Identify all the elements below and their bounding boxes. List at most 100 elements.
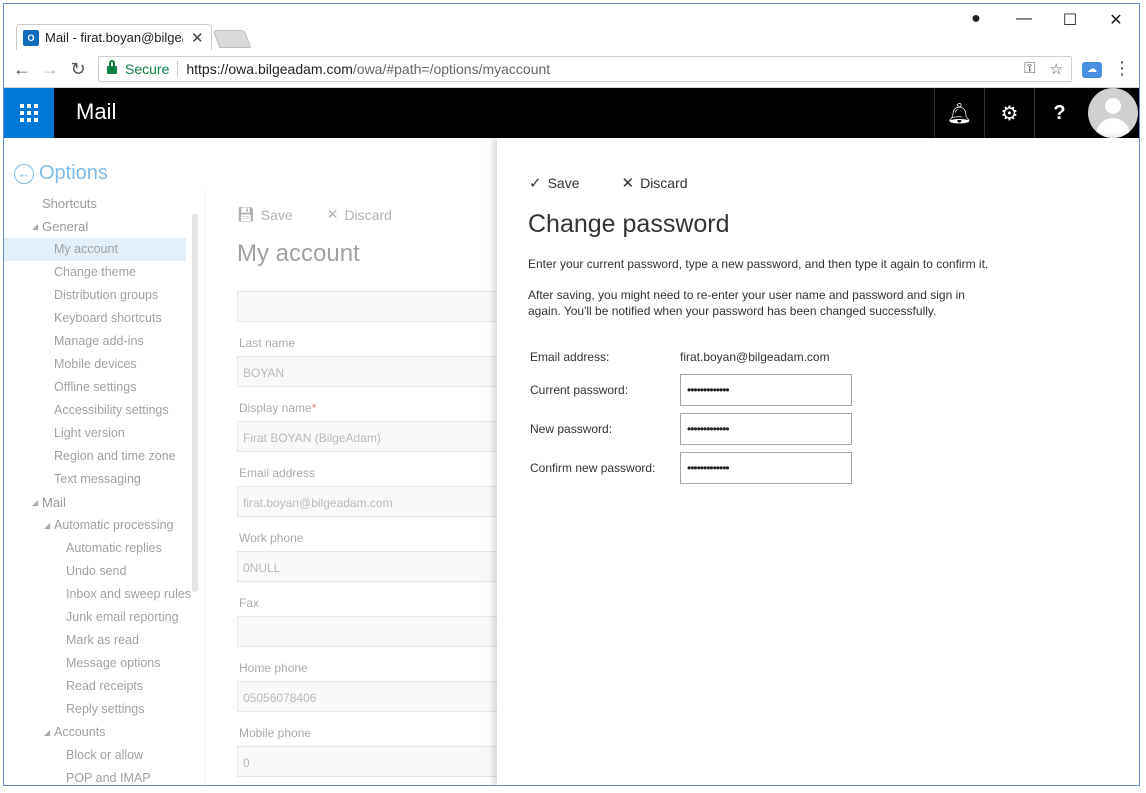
nav-item[interactable]: ◢ Accounts [4, 721, 186, 744]
nav-item-label: Distribution groups [54, 288, 159, 302]
field-label-text: Work phone [239, 531, 304, 545]
nav-item[interactable]: Distribution groups [4, 284, 186, 307]
nav-item[interactable]: Manage add-ins [4, 330, 186, 353]
url-host: https://owa.bilgeadam.com [186, 61, 353, 77]
notice-text: After saving, you might need to re-enter… [528, 288, 965, 318]
avatar[interactable] [1088, 88, 1138, 138]
nav-item[interactable]: Region and time zone [4, 445, 186, 468]
new-password-label: New password: [530, 422, 613, 436]
my-account-title: My account [237, 240, 360, 267]
expand-caret-icon[interactable]: ◢ [32, 491, 38, 514]
nav-item-label: Message options [66, 656, 161, 670]
options-back-button[interactable]: ← Options [14, 162, 108, 185]
nav-scrollbar[interactable] [192, 214, 198, 592]
nav-item[interactable]: Junk email reporting [4, 606, 186, 629]
nav-item[interactable]: Reply settings [4, 698, 186, 721]
tab-close-icon[interactable]: ✕ [191, 29, 204, 47]
nav-item-label: Manage add-ins [54, 334, 144, 348]
field-input[interactable]: BOYAN [237, 356, 502, 387]
nav-item-label: Region and time zone [54, 449, 176, 463]
nav-item[interactable]: Text messaging [4, 468, 186, 491]
field-label: Email address [239, 466, 315, 480]
field-label: Home phone [239, 661, 308, 675]
nav-item-label: Accounts [54, 725, 106, 739]
back-arrow-icon[interactable]: ← [12, 59, 32, 79]
nav-item[interactable]: Inbox and sweep rules [4, 583, 191, 606]
field-input[interactable]: firat.boyan@bilgeadam.com [237, 486, 502, 517]
current-password-input[interactable]: ••••••••••••• [680, 374, 852, 406]
nav-item-label: Read receipts [66, 679, 144, 693]
confirm-password-input[interactable]: ••••••••••••• [680, 452, 852, 484]
field-input[interactable]: 0NULL [237, 551, 502, 582]
nav-item[interactable]: ◢ General [4, 215, 186, 238]
notifications-bell-icon[interactable]: 🔔︎ [934, 88, 984, 138]
nav-item[interactable]: My account [4, 238, 186, 261]
browser-tab[interactable]: O Mail - firat.boyan@bilgeadam.com ✕ [16, 24, 212, 50]
checkmark-icon: ✓ [529, 175, 542, 192]
expand-caret-icon[interactable]: ◢ [32, 215, 38, 238]
cloud-extension-icon[interactable]: ☁ [1082, 62, 1102, 78]
current-password-label: Current password: [530, 383, 629, 397]
field-label: Fax [239, 596, 259, 610]
address-bar[interactable]: Secure https://owa.bilgeadam.com /owa/#p… [98, 56, 1072, 82]
expand-caret-icon[interactable]: ◢ [44, 721, 50, 744]
nav-item-label: Change theme [54, 265, 137, 279]
nav-item[interactable]: POP and IMAP [4, 767, 186, 785]
save-button[interactable]: ✓ Save [529, 174, 580, 192]
field-input[interactable]: Firat BOYAN (BilgeAdam) [237, 421, 502, 452]
required-marker: * [311, 401, 317, 415]
app-launcher-icon[interactable] [4, 88, 54, 138]
close-icon: ✕ [621, 175, 635, 192]
my-account-commands: 💾︎ Save ✕ Discard [237, 206, 392, 223]
field-label-text: Last name [239, 336, 296, 350]
maximize-icon[interactable]: ☐ [1050, 10, 1090, 30]
change-password-commands: ✓ Save ✕ Discard [529, 174, 688, 192]
initials-field[interactable] [237, 291, 502, 322]
nav-item-label: Light version [54, 426, 125, 440]
profile-icon[interactable]: ● [956, 10, 996, 28]
nav-item[interactable]: ◢ Automatic processing [4, 514, 186, 537]
nav-item[interactable]: Block or allow [4, 744, 186, 767]
nav-item-label: Automatic processing [54, 518, 174, 532]
nav-item[interactable]: Offline settings [4, 376, 186, 399]
close-window-icon[interactable]: ✕ [1096, 10, 1136, 30]
nav-item[interactable]: ◢ Mail [4, 491, 186, 514]
field-label: Last name [239, 336, 295, 350]
minimize-icon[interactable]: — [1004, 10, 1044, 28]
bookmark-star-icon[interactable]: ☆ [1050, 60, 1063, 78]
field-input[interactable] [237, 616, 502, 647]
reload-icon[interactable]: ↻ [68, 59, 88, 79]
field-label-text: Home phone [239, 661, 308, 675]
new-tab-button[interactable] [212, 30, 252, 48]
nav-item[interactable]: Change theme [4, 261, 186, 284]
nav-item[interactable]: Message options [4, 652, 186, 675]
my-account-save-button[interactable]: 💾︎ Save [237, 206, 293, 223]
nav-item[interactable]: Accessibility settings [4, 399, 186, 422]
browser-menu-icon[interactable]: ⋮ [1112, 58, 1132, 79]
nav-item[interactable]: Light version [4, 422, 186, 445]
nav-item[interactable]: Read receipts [4, 675, 186, 698]
tab-title: Mail - firat.boyan@bilgeadam.com [45, 30, 183, 45]
help-icon[interactable]: ? [1034, 88, 1084, 138]
field-label-text: Fax [239, 596, 260, 610]
forward-arrow-icon[interactable]: → [40, 59, 60, 79]
nav-item[interactable]: Mobile devices [4, 353, 186, 376]
nav-item[interactable]: Automatic replies [4, 537, 186, 560]
my-account-discard-button[interactable]: ✕ Discard [327, 206, 392, 223]
field-input[interactable]: 05056078406 [237, 681, 502, 712]
nav-item[interactable]: Mark as read [4, 629, 186, 652]
nav-item-label: Keyboard shortcuts [54, 311, 162, 325]
nav-item-label: Block or allow [66, 748, 144, 762]
expand-caret-icon[interactable]: ◢ [44, 514, 50, 537]
new-password-input[interactable]: ••••••••••••• [680, 413, 852, 445]
app-title: Mail [76, 99, 117, 124]
change-password-panel: ✓ Save ✕ Discard Change password Enter you… [497, 138, 1139, 785]
nav-item[interactable]: Shortcuts [4, 192, 186, 215]
discard-button[interactable]: ✕ Discard [622, 174, 688, 192]
key-icon[interactable]: ⚿ [1024, 60, 1035, 78]
instructions-text: Enter your current password, type a new … [528, 257, 989, 271]
settings-gear-icon[interactable]: ⚙ [984, 88, 1034, 138]
field-input[interactable]: 0 [237, 746, 502, 777]
nav-item[interactable]: Undo send [4, 560, 186, 583]
nav-item[interactable]: Keyboard shortcuts [4, 307, 186, 330]
